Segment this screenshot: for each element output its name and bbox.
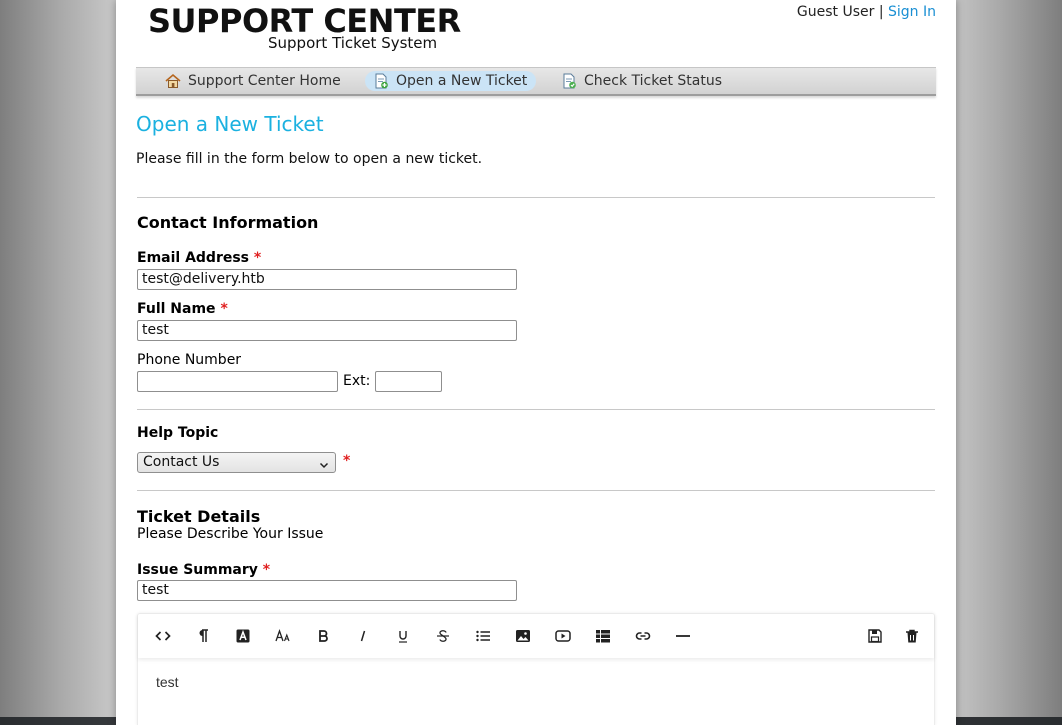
- page-container: SUPPORT CENTER Support Ticket System Gue…: [116, 0, 956, 725]
- page-title: Open a New Ticket: [136, 112, 324, 136]
- save-draft-icon: [868, 629, 882, 643]
- underline-icon: [399, 631, 407, 643]
- required-marker: *: [262, 562, 271, 578]
- chevron-down-icon: [319, 457, 329, 469]
- new-ticket-icon: [373, 73, 389, 89]
- required-marker: *: [253, 250, 262, 266]
- sign-in-link[interactable]: Sign In: [888, 4, 936, 20]
- video-icon: [555, 630, 571, 642]
- home-icon: [165, 73, 181, 89]
- paragraph-format-button[interactable]: [193, 626, 213, 646]
- horizontal-rule-button[interactable]: [673, 626, 693, 646]
- ext-field[interactable]: [375, 371, 442, 392]
- guest-user-text: Guest User |: [796, 4, 884, 20]
- underline-button[interactable]: [393, 626, 413, 646]
- font-size-icon: [275, 629, 290, 642]
- phone-field[interactable]: [137, 371, 338, 392]
- bold-button[interactable]: [313, 626, 333, 646]
- email-label-text: Email Address: [137, 250, 250, 266]
- strikethrough-icon: [437, 630, 449, 642]
- bold-icon: [319, 630, 328, 642]
- paragraph-icon: [199, 629, 208, 642]
- text-color-button[interactable]: [233, 626, 253, 646]
- editor-content[interactable]: test: [156, 674, 179, 690]
- delete-draft-button[interactable]: [902, 626, 922, 646]
- insert-image-button[interactable]: [513, 626, 533, 646]
- full-name-field[interactable]: test: [137, 320, 517, 341]
- help-topic-select[interactable]: Contact Us: [137, 452, 336, 473]
- nav-open-new-ticket[interactable]: Open a New Ticket: [365, 71, 537, 91]
- phone-label: Phone Number: [137, 352, 242, 368]
- save-draft-button[interactable]: [865, 626, 885, 646]
- site-logo[interactable]: SUPPORT CENTER Support Ticket System: [148, 2, 461, 58]
- email-field[interactable]: test@delivery.htb: [137, 269, 517, 290]
- ext-label: Ext:: [343, 373, 371, 389]
- full-name-label: Full Name *: [137, 301, 228, 317]
- ticket-status-icon: [561, 73, 577, 89]
- full-name-label-text: Full Name: [137, 301, 216, 317]
- nav-check-ticket-status[interactable]: Check Ticket Status: [553, 71, 731, 91]
- divider: [137, 197, 935, 198]
- user-links: Guest User | Sign In: [797, 4, 936, 20]
- required-marker: *: [220, 301, 228, 317]
- delete-draft-icon: [906, 629, 918, 643]
- editor-toolbar: [138, 614, 934, 658]
- divider: [137, 409, 935, 410]
- nav-support-center-home[interactable]: Support Center Home: [157, 71, 350, 91]
- help-topic-label: Help Topic: [137, 425, 219, 441]
- italic-button[interactable]: [353, 626, 373, 646]
- issue-summary-label-text: Issue Summary: [137, 562, 258, 578]
- message-editor: test: [137, 613, 935, 725]
- page-intro: Please fill in the form below to open a …: [136, 151, 483, 167]
- italic-icon: [360, 630, 366, 642]
- insert-video-button[interactable]: [553, 626, 573, 646]
- required-marker: *: [343, 453, 351, 469]
- horizontal-rule-icon: [676, 635, 690, 637]
- ticket-details-subheading: Please Describe Your Issue: [137, 526, 324, 542]
- main-nav: Support Center Home Open a New Ticket Ch…: [136, 67, 936, 96]
- insert-link-button[interactable]: [633, 626, 653, 646]
- code-view-button[interactable]: [153, 626, 173, 646]
- nav-label: Support Center Home: [188, 73, 341, 89]
- code-view-icon: [155, 631, 171, 641]
- bullet-list-icon: [476, 630, 490, 642]
- table-icon: [596, 630, 610, 643]
- logo-subtitle: Support Ticket System: [268, 34, 438, 52]
- bullet-list-button[interactable]: [473, 626, 493, 646]
- font-size-button[interactable]: [273, 626, 293, 646]
- strikethrough-button[interactable]: [433, 626, 453, 646]
- link-icon: [635, 632, 651, 640]
- text-color-icon: [236, 629, 250, 643]
- ticket-details-heading: Ticket Details: [137, 507, 261, 526]
- email-label: Email Address *: [137, 250, 261, 266]
- insert-table-button[interactable]: [593, 626, 613, 646]
- contact-info-heading: Contact Information: [137, 213, 319, 232]
- issue-summary-label: Issue Summary *: [137, 562, 270, 578]
- nav-label: Check Ticket Status: [584, 73, 722, 89]
- divider: [137, 490, 935, 491]
- nav-label: Open a New Ticket: [396, 73, 528, 89]
- image-icon: [516, 630, 530, 642]
- issue-summary-field[interactable]: test: [137, 580, 517, 601]
- help-topic-selected: Contact Us: [143, 454, 220, 470]
